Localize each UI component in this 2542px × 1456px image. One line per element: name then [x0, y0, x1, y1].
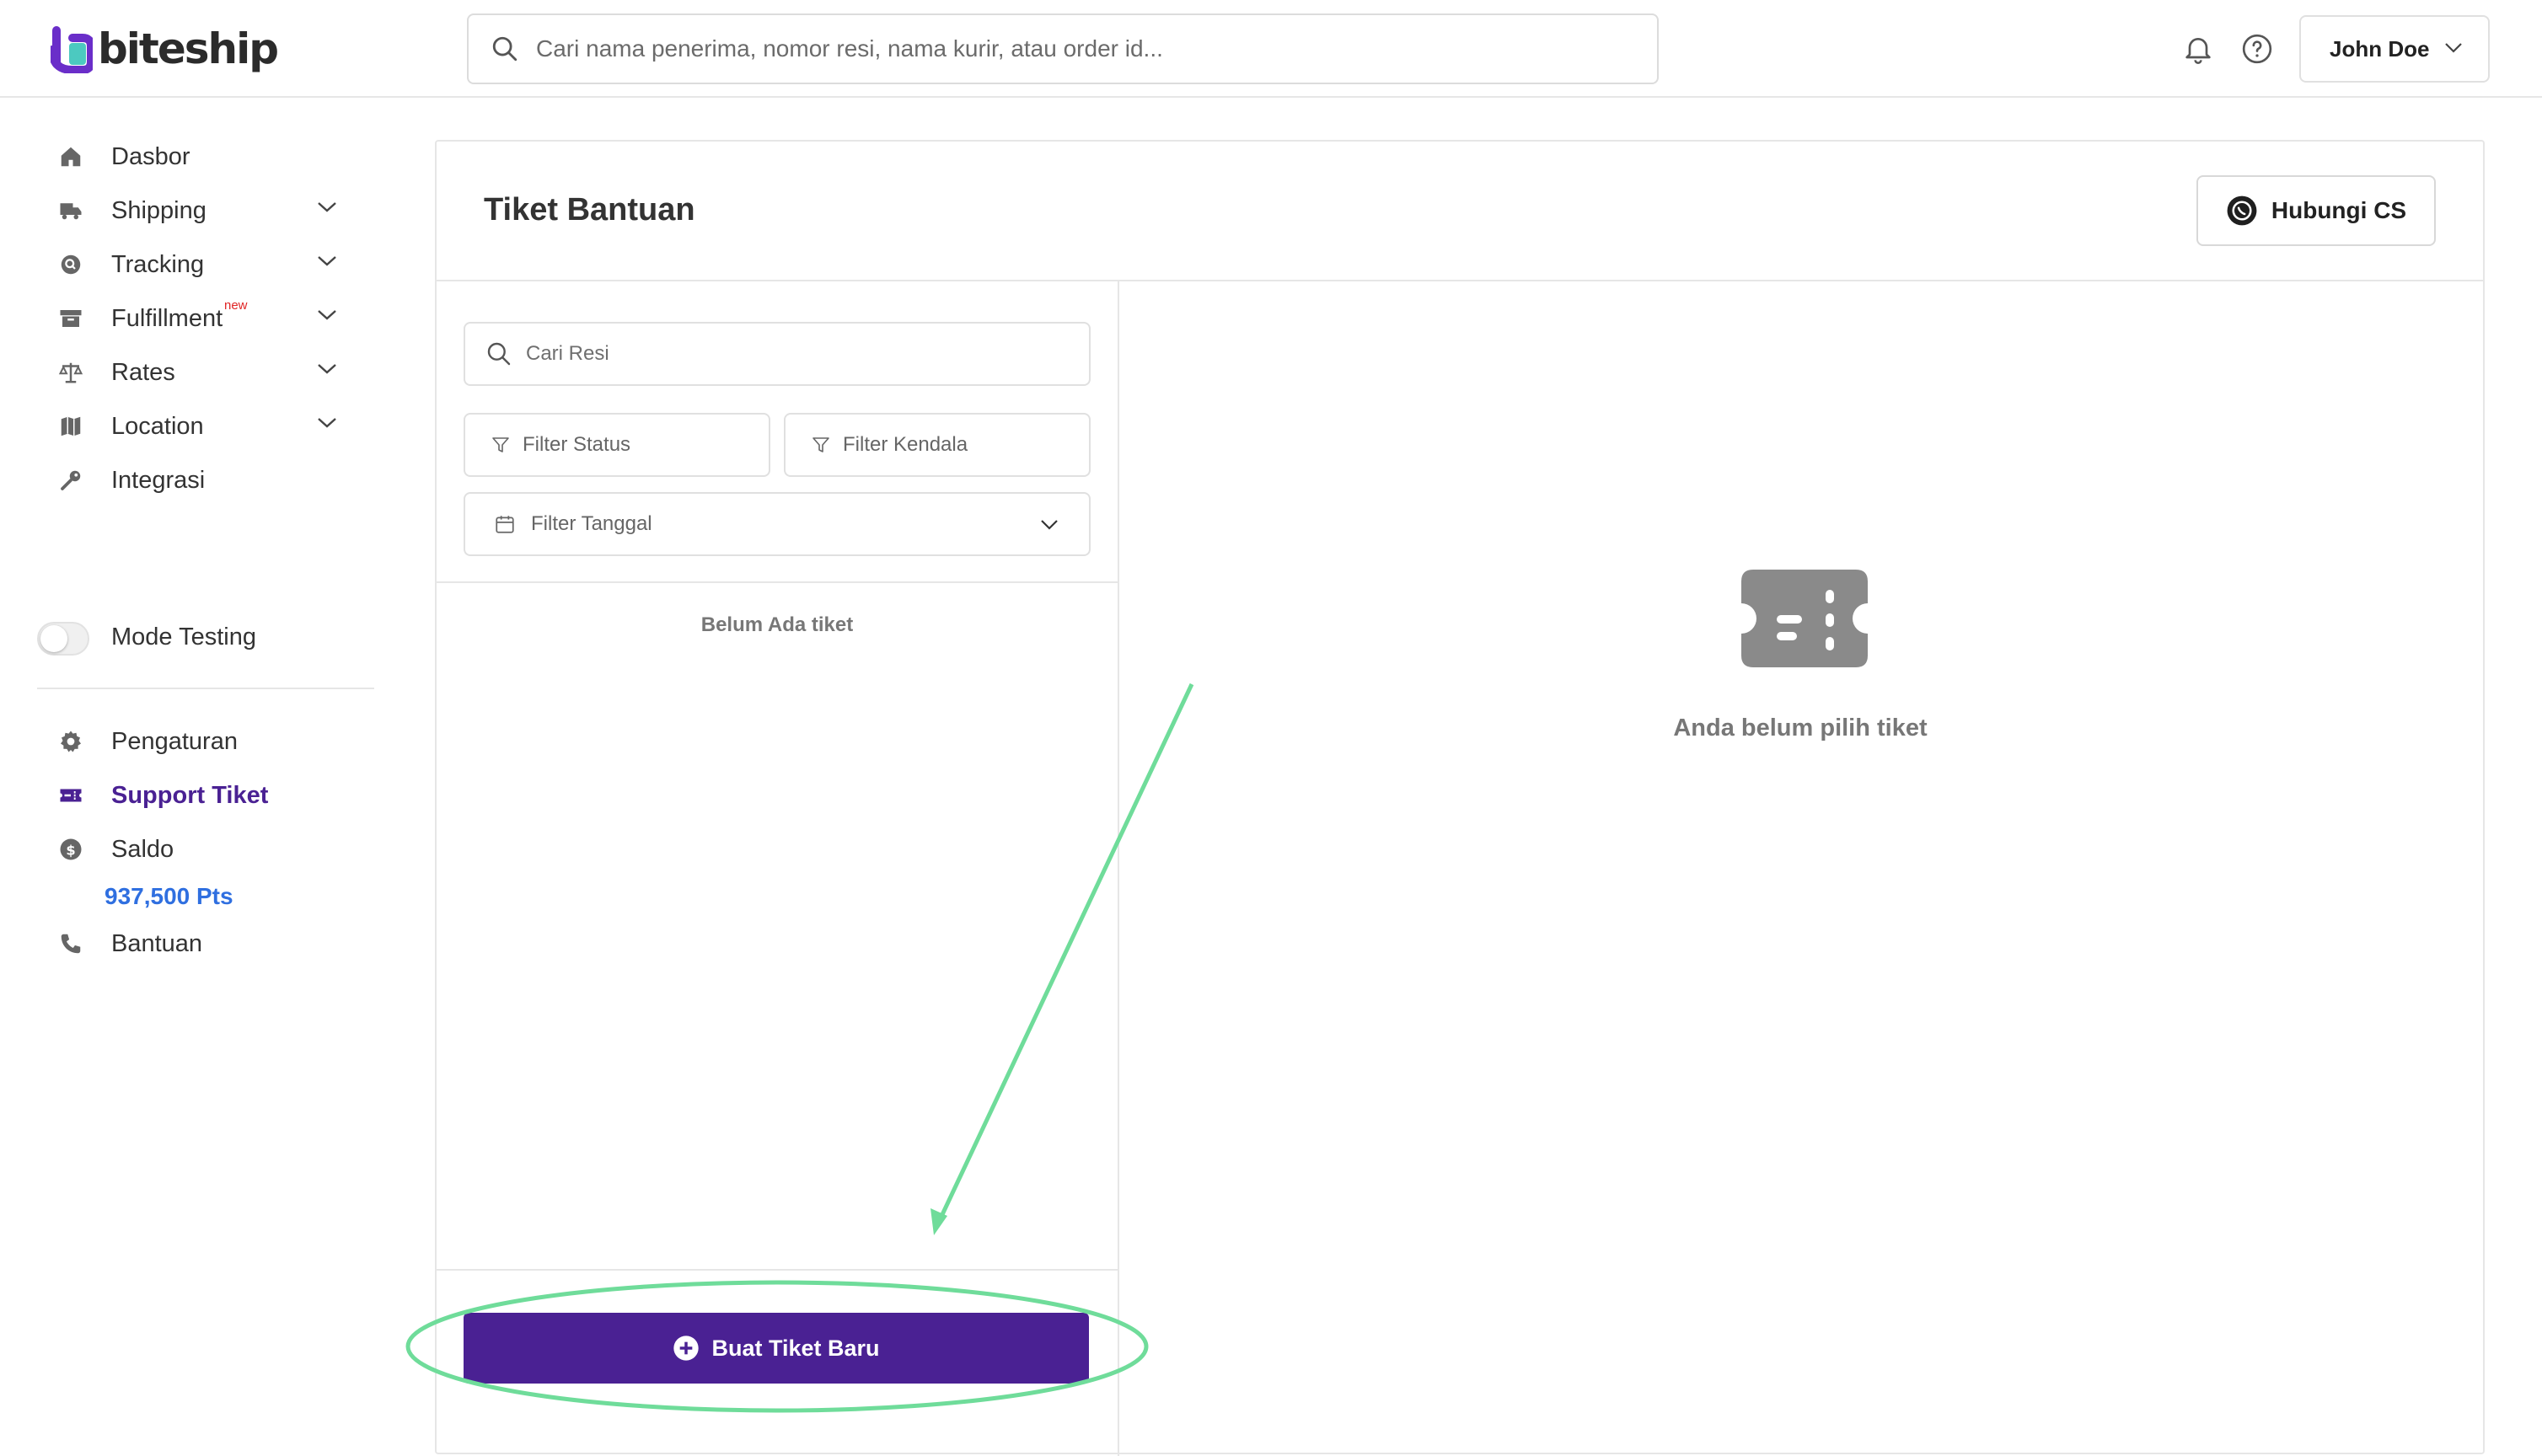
sidebar-item-support-tiket[interactable]: Support Tiket	[34, 772, 362, 819]
sidebar-item-label: Bantuan	[111, 929, 203, 957]
sidebar-item-saldo[interactable]: $ Saldo	[34, 826, 362, 873]
filter-tanggal-dropdown[interactable]: Filter Tanggal	[464, 492, 1091, 556]
sidebar-item-tracking[interactable]: Tracking	[34, 241, 362, 288]
search-icon	[492, 36, 518, 62]
global-search[interactable]	[467, 13, 1659, 84]
contact-cs-button[interactable]: Hubungi CS	[2196, 175, 2436, 246]
key-icon	[52, 462, 89, 499]
new-badge: new	[224, 298, 248, 313]
map-icon	[52, 408, 89, 445]
sidebar-item-label: Integrasi	[111, 466, 206, 494]
brand-name: biteship	[98, 24, 279, 73]
truck-icon	[52, 192, 89, 229]
sidebar-item-label: Rates	[111, 358, 175, 386]
ticket-card: Tiket Bantuan Hubungi CS Filter Status F…	[435, 140, 2485, 1456]
search-resi-field[interactable]	[464, 322, 1091, 386]
home-icon	[52, 138, 89, 175]
page-title: Tiket Bantuan	[484, 192, 695, 228]
search-resi-input[interactable]	[526, 342, 1032, 366]
chevron-down-icon	[318, 202, 336, 212]
bell-icon[interactable]	[2181, 32, 2215, 66]
filter-kendala-dropdown[interactable]: Filter Kendala	[784, 413, 1091, 477]
global-search-input[interactable]	[536, 35, 1632, 62]
help-icon[interactable]	[2240, 32, 2274, 66]
filter-icon	[812, 437, 829, 452]
sidebar-item-label: Pengaturan	[111, 727, 238, 755]
sidebar-item-label: Fulfillment	[111, 304, 223, 332]
filter-status-label: Filter Status	[523, 433, 631, 456]
sidebar-item-integrasi[interactable]: Integrasi	[34, 457, 362, 504]
phone-icon	[52, 925, 89, 962]
calendar-icon	[496, 516, 514, 533]
sidebar-item-bantuan[interactable]: Bantuan	[34, 920, 362, 967]
create-ticket-label: Buat Tiket Baru	[711, 1335, 880, 1361]
search-icon	[487, 342, 511, 366]
toggle-knob	[40, 625, 67, 652]
sidebar-item-rates[interactable]: Rates	[34, 349, 362, 396]
sidebar-item-label: Tracking	[111, 250, 205, 278]
ticket-list-pane: Filter Status Filter Kendala Filter Tang…	[437, 281, 1119, 1456]
contact-cs-label: Hubungi CS	[2271, 197, 2407, 223]
whatsapp-icon	[2227, 195, 2257, 226]
filter-kendala-label: Filter Kendala	[843, 433, 968, 456]
chevron-down-icon	[318, 256, 336, 266]
create-ticket-button[interactable]: Buat Tiket Baru	[464, 1313, 1089, 1384]
biteship-logo-icon	[51, 26, 93, 73]
empty-ticket-list-text: Belum Ada tiket	[700, 613, 854, 636]
sidebar-item-label: Dasbor	[111, 142, 190, 170]
plus-circle-icon	[673, 1336, 700, 1361]
points-balance: 937,500 Pts	[105, 883, 233, 909]
chevron-down-icon	[318, 364, 336, 374]
sidebar-item-location[interactable]: Location	[34, 403, 362, 450]
sidebar-item-shipping[interactable]: Shipping	[34, 187, 362, 234]
gear-icon	[52, 723, 89, 760]
chevron-down-icon	[318, 418, 336, 428]
filter-divider	[437, 581, 1118, 583]
sidebar-divider	[37, 688, 374, 689]
footer-divider	[437, 1269, 1118, 1271]
scale-icon	[52, 354, 89, 391]
mode-testing-label: Mode Testing	[111, 624, 256, 650]
ticket-icon	[52, 777, 89, 814]
sidebar-item-label: Shipping	[111, 196, 206, 224]
mode-testing-toggle[interactable]	[37, 622, 89, 656]
coin-icon: $	[52, 831, 89, 868]
sidebar-item-pengaturan[interactable]: Pengaturan	[34, 718, 362, 765]
tracking-icon	[52, 246, 89, 283]
chevron-down-icon	[1041, 520, 1058, 530]
sidebar-item-label: Saldo	[111, 835, 174, 863]
chevron-down-icon	[318, 310, 336, 320]
chevron-down-icon	[2445, 43, 2462, 53]
filter-status-dropdown[interactable]: Filter Status	[464, 413, 770, 477]
user-menu-button[interactable]: John Doe	[2299, 15, 2490, 83]
card-header: Tiket Bantuan Hubungi CS	[437, 142, 2483, 281]
brand-logo[interactable]: biteship	[51, 22, 279, 76]
user-name: John Doe	[2330, 35, 2430, 62]
sidebar-item-dasbor[interactable]: Dasbor	[34, 133, 362, 180]
sidebar-item-label: Support Tiket	[111, 781, 269, 809]
filter-icon	[492, 437, 509, 452]
ticket-empty-icon	[1741, 570, 1868, 667]
svg-text:$: $	[66, 842, 75, 858]
empty-detail-text: Anda belum pilih tiket	[1673, 715, 1928, 741]
top-bar: biteship John Doe	[0, 0, 2542, 98]
box-icon	[52, 300, 89, 337]
sidebar: Dasbor Shipping Tracking Fulfillment new…	[0, 99, 379, 1436]
sidebar-item-label: Location	[111, 412, 204, 440]
sidebar-item-fulfillment[interactable]: Fulfillment new	[34, 295, 362, 342]
filter-tanggal-label: Filter Tanggal	[531, 512, 652, 535]
